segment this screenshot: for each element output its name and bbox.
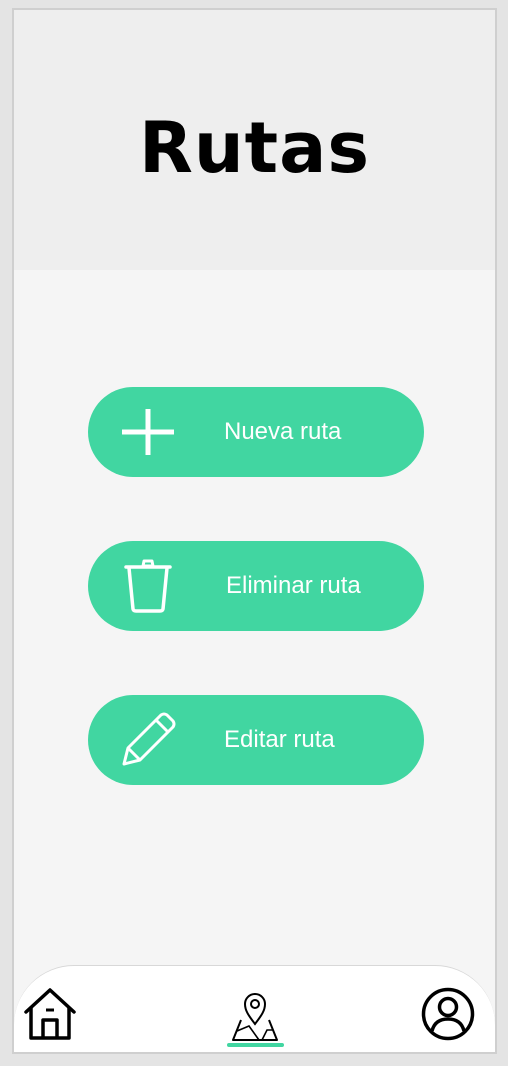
- new-route-label: Nueva ruta: [224, 418, 342, 445]
- active-tab-indicator: [227, 1043, 284, 1047]
- delete-route-label: Eliminar ruta: [226, 572, 361, 599]
- edit-route-label: Editar ruta: [224, 726, 335, 753]
- user-icon: [420, 987, 476, 1046]
- nav-profile[interactable]: [420, 986, 476, 1042]
- page-title: Rutas: [138, 107, 371, 189]
- home-icon: [22, 988, 78, 1046]
- trash-icon: [118, 556, 178, 616]
- pencil-icon: [118, 710, 178, 770]
- bottom-navigation: [14, 965, 495, 1052]
- app-frame: Rutas Nueva ruta Eliminar ruta Editar ru…: [12, 8, 497, 1054]
- nav-home[interactable]: [22, 986, 78, 1042]
- nav-routes[interactable]: [227, 988, 283, 1044]
- page-header: Rutas: [14, 10, 495, 270]
- edit-route-button[interactable]: Editar ruta: [88, 695, 424, 785]
- new-route-button[interactable]: Nueva ruta: [88, 387, 424, 477]
- delete-route-button[interactable]: Eliminar ruta: [88, 541, 424, 631]
- plus-icon: [118, 402, 178, 462]
